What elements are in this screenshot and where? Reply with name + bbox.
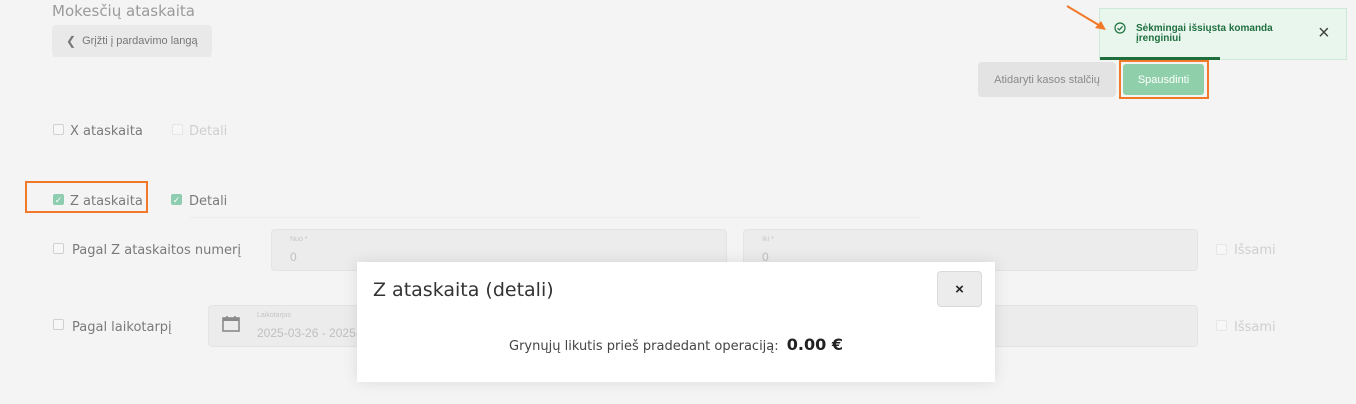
print-highlight-box [1119, 60, 1209, 99]
success-toast: Sėkmingai išsiųsta komanda įrenginiui × [1099, 8, 1347, 60]
calendar-icon [222, 316, 240, 332]
divider [190, 217, 920, 218]
by-number-label: Pagal Z ataskaitos numerį [72, 243, 241, 258]
by-period-full-label: Išsami [1234, 320, 1276, 335]
back-button-label: Grįžti į pardavimo langą [82, 35, 198, 47]
toast-close-icon[interactable]: × [1318, 23, 1330, 43]
by-period-full-checkbox[interactable] [1216, 320, 1227, 331]
by-period-checkbox[interactable] [53, 319, 64, 330]
z-report-checkbox[interactable]: ✓ [53, 194, 64, 205]
by-period-label: Pagal laikotarpį [72, 320, 172, 335]
by-number-full-checkbox[interactable] [1216, 244, 1227, 255]
z-report-detail-checkbox[interactable]: ✓ [171, 194, 182, 205]
toast-message: Sėkmingai išsiųsta komanda įrenginiui [1136, 23, 1273, 44]
period-value: 2025-03-26 - 2025- [257, 326, 360, 340]
by-number-full-label: Išsami [1234, 243, 1276, 258]
check-circle-icon [1114, 22, 1126, 34]
period-label: Laikotarpis [257, 312, 291, 319]
x-report-checkbox[interactable] [53, 124, 64, 135]
z-report-detail-label: Detali [189, 194, 228, 209]
to-number-label: Iki * [762, 236, 774, 243]
cash-balance-label: Grynųjų likutis prieš pradedant operacij… [509, 339, 779, 354]
open-cash-drawer-button[interactable]: Atidaryti kasos stalčių [978, 62, 1116, 97]
z-report-label: Z ataskaita [70, 194, 143, 209]
report-modal: Z ataskaita (detali) × Grynųjų likutis p… [357, 262, 995, 382]
from-number-label: Nuo * [290, 236, 308, 243]
by-number-checkbox[interactable] [53, 243, 64, 254]
x-report-detail-checkbox[interactable] [172, 124, 183, 135]
cash-balance-amount: 0.00 € [786, 335, 843, 354]
x-report-label: X ataskaita [70, 124, 143, 139]
annotation-arrow-icon [1066, 5, 1106, 30]
modal-close-button[interactable]: × [937, 271, 982, 307]
page-title: Mokesčių ataskaita [52, 2, 195, 20]
modal-body: Grynųjų likutis prieš pradedant operacij… [357, 335, 995, 354]
x-report-detail-label: Detali [189, 124, 228, 139]
modal-title: Z ataskaita (detali) [373, 279, 554, 301]
toast-progress-bar [1100, 57, 1220, 60]
chevron-left-icon: ❮ [66, 34, 77, 48]
from-number-value: 0 [290, 250, 297, 264]
back-button[interactable]: ❮ Grįžti į pardavimo langą [52, 25, 212, 57]
